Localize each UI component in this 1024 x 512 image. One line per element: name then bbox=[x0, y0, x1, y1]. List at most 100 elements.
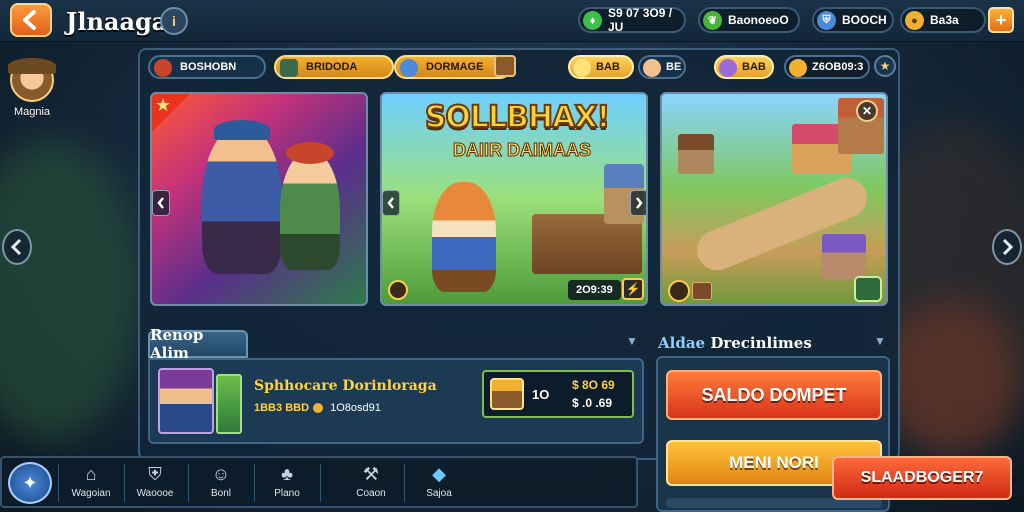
tool-icon: ⚒ bbox=[362, 463, 380, 484]
coin-icon bbox=[573, 59, 591, 77]
right-header-accent: Aldae bbox=[658, 334, 706, 352]
nav-item-bonl[interactable]: ☺ Bonl bbox=[190, 460, 252, 506]
currency-pill-1[interactable]: BAB bbox=[568, 55, 634, 79]
chest-icon bbox=[494, 55, 516, 77]
lightning-icon: ⚡ bbox=[622, 278, 644, 300]
card-icon[interactable] bbox=[854, 276, 882, 302]
nav-item-sajoa[interactable]: ◆ Sajoa bbox=[408, 460, 470, 506]
resource-shield[interactable]: ⛨ BOOCH bbox=[812, 7, 894, 33]
right-section-header: Aldae Drecinlimes bbox=[658, 334, 812, 352]
featured-corner: ★ bbox=[152, 94, 190, 132]
fox-character bbox=[432, 182, 496, 292]
tab-bridoda[interactable]: BRIDODA bbox=[274, 55, 394, 79]
background-creature bbox=[880, 300, 1020, 460]
star-icon: ★ bbox=[155, 95, 172, 115]
leaf-icon: ❦ bbox=[703, 11, 722, 30]
offer-reward-box[interactable]: 1O $ 8O 69 $ .0 .69 bbox=[482, 370, 634, 418]
nav-item-waoooe[interactable]: ⛨ Waoooe bbox=[124, 460, 186, 506]
page-next-button[interactable] bbox=[992, 229, 1022, 265]
resource-coins[interactable]: ● Ba3a bbox=[900, 7, 986, 33]
currency-pill-3[interactable]: BAB bbox=[714, 55, 774, 79]
offer-subline: 1BB3 BBD 1O8osd91 bbox=[254, 402, 381, 414]
nav-label: Plano bbox=[274, 488, 300, 499]
rp-section-header[interactable]: Renop Alim bbox=[148, 326, 248, 362]
nav-home-button[interactable]: ✦ bbox=[8, 462, 52, 504]
offer-hero-thumbnail bbox=[158, 368, 214, 434]
banner-next-button[interactable] bbox=[630, 190, 646, 216]
chevron-left-icon bbox=[157, 197, 164, 209]
arrow-left-icon bbox=[23, 10, 36, 30]
nav-divider bbox=[320, 464, 321, 502]
currency-pill-2[interactable]: BE bbox=[638, 55, 686, 79]
reward-price-secondary: $ .0 .69 bbox=[572, 396, 613, 410]
page-prev-button[interactable] bbox=[2, 229, 32, 265]
resource-leaf-value: BaonoeoO bbox=[728, 13, 789, 27]
target-icon bbox=[668, 280, 690, 302]
offer-stat-b: BBD bbox=[285, 402, 310, 414]
banner-prev-button[interactable] bbox=[152, 190, 170, 216]
resource-gems[interactable]: ♦ S9 07 3O9 / JU bbox=[578, 6, 686, 34]
reward-multiplier: 1O bbox=[532, 387, 550, 402]
close-icon[interactable]: ✕ bbox=[856, 100, 878, 122]
nav-item-wagoian[interactable]: ⌂ Wagoian bbox=[60, 460, 122, 506]
reward-price-primary: $ 8O 69 bbox=[572, 378, 615, 392]
tab-boshobn[interactable]: BOSHOBN bbox=[148, 55, 266, 79]
face-icon: ☺ bbox=[211, 463, 231, 484]
player-profile[interactable]: Magnia bbox=[6, 58, 58, 118]
info-icon: i bbox=[172, 13, 176, 29]
currency-pill-value: BAB bbox=[742, 61, 766, 73]
top-bar: Jlnaagai i ♦ S9 07 3O9 / JU ❦ BaonoeoO ⛨… bbox=[0, 0, 1024, 42]
bottom-navigation: ✦ ⌂ Wagoian ⛨ Waoooe ☺ Bonl ♣ Plano ⚒ Co… bbox=[0, 456, 638, 508]
floating-action-button[interactable]: SLAADBOGER7 bbox=[832, 456, 1012, 500]
resource-leaf[interactable]: ❦ BaonoeoO bbox=[698, 7, 800, 33]
currency-pill-4[interactable]: Z6OB09:3 bbox=[784, 55, 870, 79]
shield-icon: ⛨ bbox=[148, 463, 162, 484]
nav-item-plano[interactable]: ♣ Plano bbox=[256, 460, 318, 506]
coin-icon bbox=[313, 403, 324, 414]
chevron-right-icon bbox=[1002, 238, 1014, 256]
add-currency-button[interactable]: + bbox=[988, 7, 1014, 33]
cube-icon: ◆ bbox=[432, 463, 446, 484]
nav-divider bbox=[404, 464, 405, 502]
tab-label: BRIDODA bbox=[306, 61, 358, 73]
village-house bbox=[822, 234, 866, 280]
offer-title: Sphhocare Dorinloraga bbox=[254, 378, 437, 394]
saldo-dompet-button[interactable]: SALDO DOMPET bbox=[666, 370, 882, 420]
crystal-icon bbox=[719, 59, 737, 77]
gem-icon bbox=[154, 59, 172, 77]
info-button[interactable]: i bbox=[160, 7, 188, 35]
compass-icon: ✦ bbox=[22, 472, 38, 493]
tree-icon: ♣ bbox=[281, 463, 293, 484]
banner-prev-button[interactable] bbox=[382, 190, 400, 216]
banner-village[interactable]: ✕ bbox=[660, 92, 888, 306]
event-timer: 2O9:39 bbox=[568, 280, 621, 300]
chest-icon bbox=[692, 282, 712, 300]
nav-label: Sajoa bbox=[426, 488, 452, 499]
banner-title: SOLLBHAX! bbox=[424, 99, 611, 136]
plus-icon: + bbox=[995, 9, 1007, 30]
nav-divider bbox=[254, 464, 255, 502]
back-button[interactable] bbox=[10, 3, 52, 37]
gem-icon: ♦ bbox=[583, 11, 602, 30]
tab-dormage[interactable]: DORMAGE bbox=[394, 55, 516, 79]
rp-offer-card[interactable]: Sphhocare Dorinloraga 1BB3 BBD 1O8osd91 … bbox=[148, 358, 644, 444]
coin-icon: ● bbox=[905, 11, 924, 30]
player-name: Magnia bbox=[13, 106, 51, 118]
chevron-right-icon bbox=[636, 197, 643, 209]
hero-icon bbox=[643, 59, 661, 77]
chevron-down-icon[interactable]: ▼ bbox=[626, 334, 638, 348]
tab-label: BOSHOBN bbox=[180, 61, 237, 73]
banner-heroes[interactable]: ★ bbox=[150, 92, 368, 306]
globe-icon bbox=[400, 59, 418, 77]
nav-divider bbox=[188, 464, 189, 502]
chevron-down-icon[interactable]: ▼ bbox=[874, 334, 886, 348]
chevron-left-icon bbox=[387, 197, 394, 209]
tab-label: DORMAGE bbox=[426, 61, 484, 73]
home-icon: ⌂ bbox=[85, 463, 97, 484]
chest-icon bbox=[490, 378, 524, 410]
nav-item-coaon[interactable]: ⚒ Coaon bbox=[340, 460, 402, 506]
resource-gems-value: S9 07 3O9 / JU bbox=[608, 6, 673, 34]
banner-featured-event[interactable]: SOLLBHAX! DAIIR DAIMAAS 2O9:39 ⚡ bbox=[380, 92, 648, 306]
target-icon bbox=[388, 280, 408, 300]
favorite-button[interactable]: ★ bbox=[874, 55, 896, 77]
